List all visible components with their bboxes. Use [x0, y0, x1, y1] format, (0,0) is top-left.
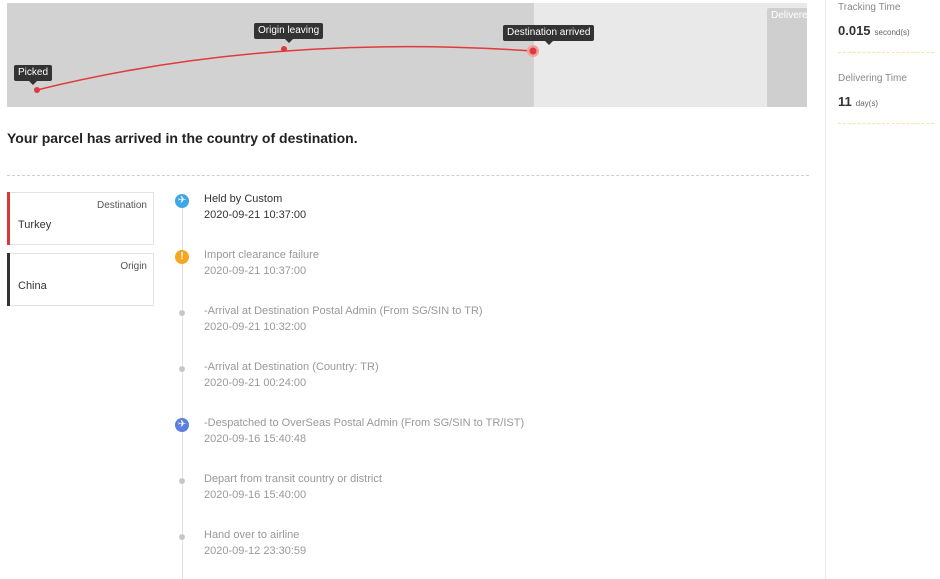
stop-tag-destination-arrived: Destination arrived — [503, 25, 595, 45]
timeline-event: ! Import clearance failure 2020-09-21 10… — [172, 249, 772, 289]
delivering-time-stat: Delivering Time 11 day(s) — [838, 73, 934, 124]
event-time: 2020-09-16 15:40:00 — [204, 489, 307, 501]
route-map: Picked Origin leaving Destination arrive… — [7, 3, 807, 107]
timeline-event: -Arrival at Destination (Country: TR) 20… — [172, 361, 772, 401]
tracking-time-label: Tracking Time — [838, 2, 901, 13]
stat-divider — [838, 123, 934, 124]
event-title: -Arrival at Destination (Country: TR) — [204, 361, 379, 373]
event-title: Import clearance failure — [204, 249, 319, 261]
timeline-event: ✈ Held by Custom 2020-09-21 10:37:00 — [172, 193, 772, 233]
stop-tag-delivered: Delivere — [767, 8, 807, 107]
stop-tag-picked: Picked — [14, 65, 53, 85]
timeline-event: Hand over to airline 2020-09-12 23:30:59 — [172, 529, 772, 569]
event-time: 2020-09-21 10:32:00 — [204, 321, 307, 333]
stop-tag-origin-leaving: Origin leaving — [254, 23, 324, 43]
event-time: 2020-09-21 10:37:00 — [204, 209, 307, 221]
event-time: 2020-09-12 23:30:59 — [204, 545, 307, 557]
event-title: -Arrival at Destination Postal Admin (Fr… — [204, 305, 483, 317]
event-title: Depart from transit country or district — [204, 473, 382, 485]
delivering-time-value: 11 — [838, 94, 852, 109]
plane-landing-icon: ✈ — [175, 194, 189, 208]
tracking-page: Picked Origin leaving Destination arrive… — [0, 0, 940, 579]
status-message: Your parcel has arrived in the country o… — [7, 130, 358, 146]
plane-departure-icon: ✈ — [175, 418, 189, 432]
timeline-dot-icon — [179, 534, 185, 540]
timeline-dot-icon — [179, 366, 185, 372]
event-time: 2020-09-21 00:24:00 — [204, 377, 307, 389]
event-title: Held by Custom — [204, 193, 283, 205]
delivering-time-value-row: 11 day(s) — [838, 94, 934, 109]
timeline-event: -Arrival at Destination Postal Admin (Fr… — [172, 305, 772, 345]
timeline-dot-icon — [179, 310, 185, 316]
delivering-time-label: Delivering Time — [838, 73, 907, 84]
route-svg — [34, 25, 786, 93]
route-point-origin-leaving — [281, 46, 287, 52]
destination-country: Turkey — [18, 219, 52, 231]
origin-label: Origin — [120, 261, 147, 272]
tracking-time-value: 0.015 — [838, 23, 871, 38]
timeline-event: Depart from transit country or district … — [172, 473, 772, 513]
event-time: 2020-09-16 15:40:48 — [204, 433, 307, 445]
destination-label: Destination — [96, 200, 147, 211]
event-title: -Despatched to OverSeas Postal Admin (Fr… — [204, 417, 525, 429]
destination-box: Destination Turkey — [7, 192, 154, 245]
route-point-picked — [34, 87, 40, 93]
section-divider — [7, 175, 809, 176]
event-title: Hand over to airline — [204, 529, 300, 541]
delivering-time-unit: day(s) — [855, 99, 878, 108]
origin-box: Origin China — [7, 253, 154, 306]
stats-panel: Tracking Time 0.015 second(s) Delivering … — [825, 0, 940, 579]
stat-divider — [838, 52, 934, 53]
tracking-time-value-row: 0.015 second(s) — [838, 23, 934, 38]
timeline-dot-icon — [179, 478, 185, 484]
route-line — [36, 45, 534, 91]
tracking-time-stat: Tracking Time 0.015 second(s) — [838, 2, 934, 53]
exclamation-icon: ! — [175, 250, 189, 264]
tracking-time-unit: second(s) — [874, 28, 910, 37]
event-time: 2020-09-21 10:37:00 — [204, 265, 307, 277]
route-point-destination-arrived — [529, 47, 537, 55]
destination-color-bar — [7, 192, 10, 245]
origin-color-bar — [7, 253, 10, 306]
timeline-event: ✈ -Despatched to OverSeas Postal Admin (… — [172, 417, 772, 457]
origin-country: China — [18, 280, 47, 292]
